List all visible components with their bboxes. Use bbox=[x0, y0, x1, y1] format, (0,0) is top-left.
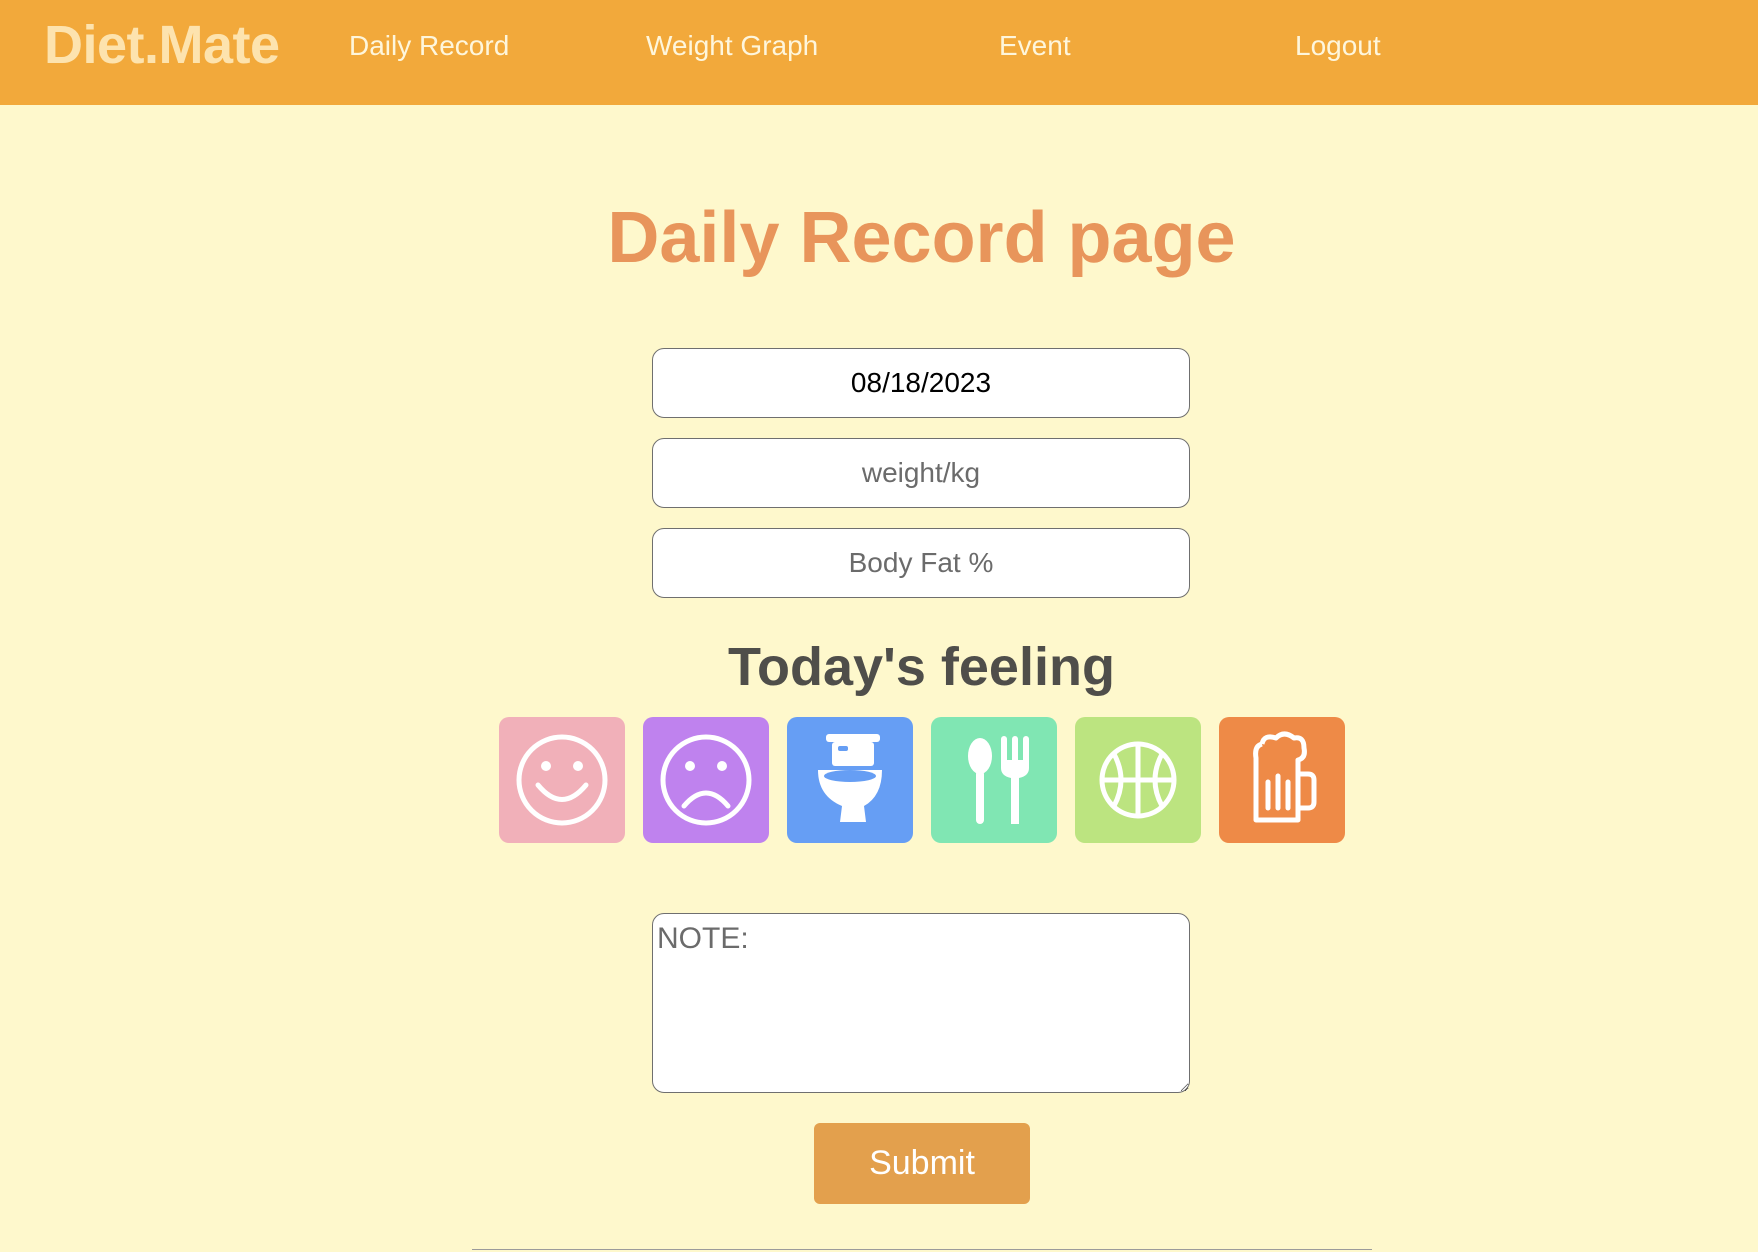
utensils-icon bbox=[968, 736, 1029, 824]
body-fat-input[interactable] bbox=[652, 528, 1190, 598]
note-textarea[interactable] bbox=[652, 913, 1190, 1093]
feeling-happy-button[interactable] bbox=[499, 717, 625, 843]
feeling-title: Today's feeling bbox=[728, 637, 1115, 697]
footer-divider bbox=[472, 1249, 1372, 1250]
feeling-toilet-button[interactable] bbox=[787, 717, 913, 843]
brand-logo[interactable]: Diet.Mate bbox=[44, 14, 280, 76]
feeling-drink-button[interactable] bbox=[1219, 717, 1345, 843]
feeling-sad-button[interactable] bbox=[643, 717, 769, 843]
page-title: Daily Record page bbox=[607, 198, 1236, 278]
nav-event[interactable]: Event bbox=[999, 30, 1071, 62]
feeling-food-button[interactable] bbox=[931, 717, 1057, 843]
toilet-icon bbox=[818, 734, 882, 822]
nav-daily-record[interactable]: Daily Record bbox=[349, 30, 509, 62]
smiley-face-icon bbox=[516, 734, 608, 826]
submit-button[interactable]: Submit bbox=[814, 1123, 1030, 1204]
date-input[interactable] bbox=[652, 348, 1190, 418]
feeling-sport-button[interactable] bbox=[1075, 717, 1201, 843]
navbar: Diet.Mate Daily Record Weight Graph Even… bbox=[0, 0, 1758, 105]
sad-face-icon bbox=[660, 734, 752, 826]
beer-mug-icon bbox=[1253, 731, 1317, 823]
basketball-icon bbox=[1099, 741, 1177, 819]
nav-logout[interactable]: Logout bbox=[1295, 30, 1381, 62]
weight-input[interactable] bbox=[652, 438, 1190, 508]
nav-weight-graph[interactable]: Weight Graph bbox=[646, 30, 818, 62]
